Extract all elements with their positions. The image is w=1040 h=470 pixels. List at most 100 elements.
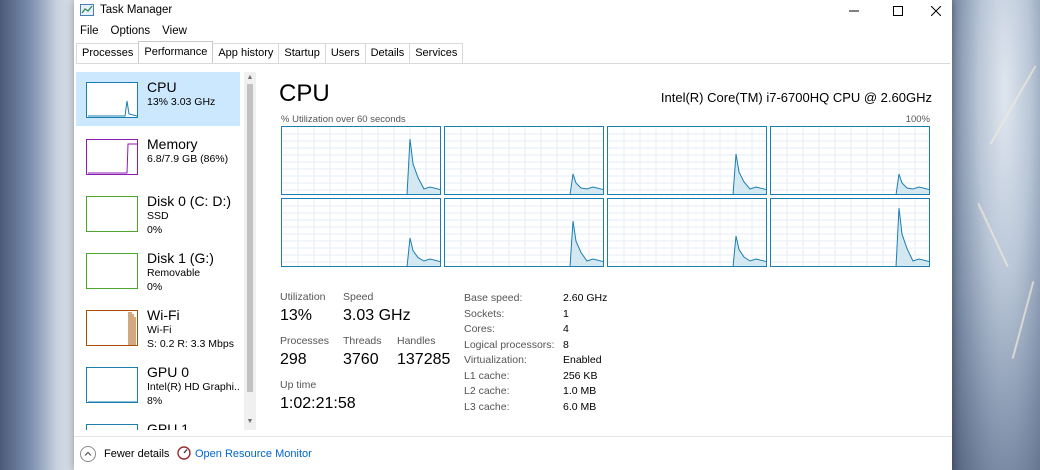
sidebar-item-wi-fi[interactable]: Wi-Fi Wi-Fi S: 0.2 R: 3.3 Mbps xyxy=(76,300,240,354)
scroll-down-icon[interactable]: ▼ xyxy=(246,418,254,426)
handles-label: Handles xyxy=(397,335,436,347)
thumbnail-graph xyxy=(86,367,138,403)
scroll-up-icon[interactable]: ▲ xyxy=(246,74,254,82)
sidebar-item-label: CPU xyxy=(147,79,177,95)
sidebar-scrollbar[interactable]: ▲ ▼ xyxy=(244,72,256,430)
sidebar-item-label: GPU 0 xyxy=(147,364,190,380)
utilization-graph-label: % Utilization over 60 seconds xyxy=(281,114,406,125)
sidebar-item-disk-1-g[interactable]: Disk 1 (G:) Removable 0% xyxy=(76,243,240,297)
page-title: CPU xyxy=(279,80,330,107)
tab-app-history[interactable]: App history xyxy=(212,43,280,63)
tab-performance[interactable]: Performance xyxy=(138,41,214,63)
detail-value: 2.60 GHz xyxy=(563,292,608,304)
speed-label: Speed xyxy=(343,291,374,303)
detail-label: Virtualization: xyxy=(464,354,527,366)
chevron-up-icon[interactable] xyxy=(80,446,96,462)
sidebar-item-detail: 0% xyxy=(147,281,163,293)
detail-label: Base speed: xyxy=(464,292,523,304)
scroll-thumb[interactable] xyxy=(247,84,253,392)
sidebar-item-label: Disk 1 (G:) xyxy=(147,250,214,266)
sidebar-item-detail: Intel(R) HD Graphi... xyxy=(147,381,239,393)
close-button[interactable] xyxy=(914,0,958,22)
detail-label: Cores: xyxy=(464,323,495,335)
sidebar-item-gpu-1[interactable]: GPU 1NVIDIA GeForce G... xyxy=(76,414,240,430)
footer-bar: Fewer details Open Resource Monitor xyxy=(74,436,952,470)
detail-value: Enabled xyxy=(563,354,602,366)
sidebar-item-detail: 13% 3.03 GHz xyxy=(147,96,216,108)
detail-value: 4 xyxy=(563,323,569,335)
detail-label: L3 cache: xyxy=(464,400,510,413)
detail-value: 8 xyxy=(563,338,569,351)
tab-services[interactable]: Services xyxy=(409,43,464,63)
core-graph xyxy=(444,126,604,195)
utilization-graph-max: 100% xyxy=(905,114,930,125)
thumbnail-graph xyxy=(86,310,138,346)
sidebar-item-gpu-0[interactable]: GPU 0 Intel(R) HD Graphi... 8% xyxy=(76,357,240,411)
tab-users[interactable]: Users xyxy=(324,43,366,63)
detail-value: 6.0 MB xyxy=(563,400,597,413)
sidebar-item-disk-0-c-d[interactable]: Disk 0 (C: D:) SSD 0% xyxy=(76,186,240,240)
menu-bar: File Options View xyxy=(74,22,193,42)
processes-label: Processes xyxy=(280,335,330,347)
core-graph xyxy=(770,126,930,195)
detail-label: L1 cache: xyxy=(464,369,510,382)
sidebar-item-label: Disk 0 (C: D:) xyxy=(147,193,231,209)
processes-value: 298 xyxy=(280,351,307,368)
minimize-icon xyxy=(849,10,859,12)
menu-view[interactable]: View xyxy=(156,22,193,42)
thumbnail-graph xyxy=(86,82,138,118)
utilization-value: 13% xyxy=(280,307,313,324)
resource-monitor-icon[interactable] xyxy=(177,446,191,460)
open-resource-monitor-link[interactable]: Open Resource Monitor xyxy=(195,448,312,460)
menu-options[interactable]: Options xyxy=(105,22,157,42)
tab-processes[interactable]: Processes xyxy=(76,43,140,63)
task-manager-window: Task Manager File Options View Processes Pe… xyxy=(74,0,952,470)
threads-label: Threads xyxy=(343,335,382,347)
maximize-icon xyxy=(893,6,903,16)
task-manager-icon xyxy=(80,4,94,16)
tab-startup[interactable]: Startup xyxy=(278,43,326,63)
sidebar-item-detail: Removable xyxy=(147,267,201,279)
core-graph xyxy=(770,198,930,267)
resource-sidebar: ▲ ▼ CPU 13% 3.03 GHz Memory 6.8/7.9 GB (86%… xyxy=(76,72,256,430)
sidebar-item-detail: 0% xyxy=(147,224,163,236)
cpu-model-name: Intel(R) Core(TM) i7-6700HQ CPU @ 2.60GH… xyxy=(660,90,932,105)
core-graph xyxy=(607,126,767,195)
tab-details[interactable]: Details xyxy=(364,43,411,63)
tab-strip: Processes Performance App history Startup Us… xyxy=(76,41,950,64)
core-graph xyxy=(607,198,767,267)
detail-label: Sockets: xyxy=(464,307,505,320)
desktop-background xyxy=(952,0,1040,470)
threads-value: 3760 xyxy=(343,351,379,368)
sidebar-item-label: Wi-Fi xyxy=(147,307,180,323)
core-graph xyxy=(281,198,441,267)
detail-label: Logical processors: xyxy=(464,338,555,351)
detail-label: L2 cache: xyxy=(464,385,510,397)
sidebar-item-detail: Wi-Fi xyxy=(147,324,172,336)
window-title: Task Manager xyxy=(100,4,173,16)
close-icon xyxy=(931,6,941,16)
sidebar-item-detail: S: 0.2 R: 3.3 Mbps xyxy=(147,338,234,350)
core-graph xyxy=(444,198,604,267)
sidebar-item-memory[interactable]: Memory 6.8/7.9 GB (86%) xyxy=(76,129,240,183)
menu-file[interactable]: File xyxy=(74,22,105,42)
detail-value: 256 KB xyxy=(563,369,598,382)
sidebar-item-cpu[interactable]: CPU 13% 3.03 GHz xyxy=(76,72,240,126)
thumbnail-graph xyxy=(86,196,138,232)
uptime-value: 1:02:21:58 xyxy=(280,395,356,412)
detail-value: 1 xyxy=(563,307,569,320)
core-graph xyxy=(281,126,441,195)
sidebar-item-label: GPU 1 xyxy=(147,421,190,430)
sidebar-item-detail: 8% xyxy=(147,395,163,407)
thumbnail-graph xyxy=(86,424,138,430)
detail-value: 1.0 MB xyxy=(563,385,597,397)
handles-value: 137285 xyxy=(397,351,451,368)
minimize-button[interactable] xyxy=(832,0,876,22)
sidebar-item-detail: SSD xyxy=(147,210,169,222)
cpu-core-graphs xyxy=(281,126,931,269)
uptime-label: Up time xyxy=(280,379,317,391)
utilization-label: Utilization xyxy=(280,291,326,303)
title-bar[interactable]: Task Manager xyxy=(74,0,952,22)
fewer-details-button[interactable]: Fewer details xyxy=(104,448,169,460)
thumbnail-graph xyxy=(86,139,138,175)
